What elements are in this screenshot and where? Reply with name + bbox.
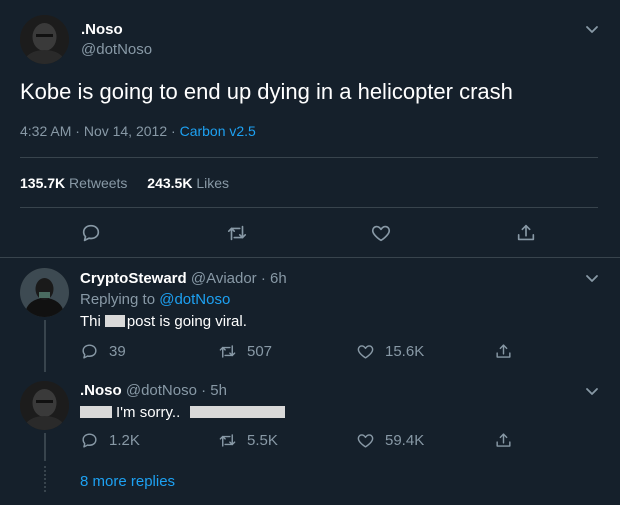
meta-separator: · [75,123,80,139]
header-separator: · [260,270,266,287]
reply-header: .Noso @dotNoso · 5h [80,382,227,399]
like-count: 59.4K [385,432,425,449]
reply-retweet-button[interactable]: 507 [218,342,272,361]
likes-stat[interactable]: 243.5K Likes [147,175,229,191]
reply-avatar[interactable] [20,381,69,430]
redaction-block [104,315,125,327]
reply-reply-button[interactable]: 1.2K [80,431,140,450]
divider [20,157,598,158]
author-display-name[interactable]: .Noso [81,21,123,38]
reply-text-body: I'm sorry.. [116,404,181,421]
tweet-date[interactable]: Nov 14, 2012 [84,123,167,139]
reply-text: I'm sorry.. [80,404,286,421]
reply-handle[interactable]: @Aviador [191,270,257,287]
reply-display-name[interactable]: CryptoSteward [80,270,187,287]
reply-age[interactable]: 6h [270,270,287,287]
like-button[interactable] [370,222,392,244]
divider [0,257,620,258]
like-icon [357,434,374,448]
reply-icon [82,344,97,359]
reply-text: Thi post is going viral. [80,313,247,330]
share-button[interactable] [515,222,537,244]
retweets-stat[interactable]: 135.7K Retweets [20,175,131,191]
retweet-button[interactable] [226,222,248,244]
reply-like-button[interactable]: 15.6K [356,342,424,361]
reply-like-button[interactable]: 59.4K [356,431,424,450]
reply-text-end: post is going viral. [126,313,247,330]
retweets-count: 135.7K [20,175,66,191]
reply-share-button[interactable] [494,431,513,450]
tweet-time[interactable]: 4:32 AM [20,123,71,139]
thread-dots [44,466,46,492]
tweet-source[interactable]: Carbon v2.5 [180,123,256,139]
reply-icon [82,433,97,448]
tweet-options-chevron-down-icon[interactable] [584,21,600,37]
redaction-block [80,406,112,418]
replying-to: Replying to @dotNoso [80,291,230,308]
reply-button[interactable] [80,222,102,244]
reply-options-chevron-down-icon[interactable] [584,270,600,286]
retweet-icon [219,434,236,447]
reply-options-chevron-down-icon[interactable] [584,383,600,399]
author-handle[interactable]: @dotNoso [81,41,152,58]
likes-count: 243.5K [147,175,193,191]
header-separator: · [201,382,207,399]
reply-header: CryptoSteward @Aviador · 6h [80,270,287,287]
tweet-meta: 4:32 AM · Nov 14, 2012 · Carbon v2.5 [20,123,256,139]
like-icon [357,345,374,359]
retweet-count: 5.5K [247,432,278,449]
reply-handle[interactable]: @dotNoso [126,382,197,399]
share-icon [517,224,535,241]
replying-to-handle[interactable]: @dotNoso [159,291,230,308]
reply-count: 1.2K [109,432,140,449]
like-icon [371,225,391,242]
reply-age[interactable]: 5h [210,382,227,399]
reply-reply-button[interactable]: 39 [80,342,126,361]
share-icon [496,433,511,447]
tweet-text: Kobe is going to end up dying in a helic… [20,79,513,104]
thread-line [44,433,46,461]
retweet-count: 507 [247,343,273,360]
retweet-icon [219,345,236,358]
reply-display-name[interactable]: .Noso [80,382,122,399]
reply-count: 39 [109,343,126,360]
tweet-stats: 135.7K Retweets 243.5K Likes [20,175,229,191]
reply-text-start: Thi [80,313,101,330]
retweet-icon [227,225,247,241]
retweets-label: Retweets [69,175,128,191]
redaction-block [190,406,286,418]
replying-to-prefix: Replying to [80,291,156,308]
reply-avatar[interactable] [20,268,69,317]
reply-retweet-button[interactable]: 5.5K [218,431,278,450]
meta-separator: · [171,123,176,139]
reply-icon [82,224,100,242]
share-icon [496,344,511,358]
likes-label: Likes [196,175,230,191]
thread-line [44,320,46,372]
more-replies-link[interactable]: 8 more replies [80,473,175,490]
reply-share-button[interactable] [494,342,513,361]
divider [20,207,598,208]
author-avatar[interactable] [20,15,69,64]
like-count: 15.6K [385,343,425,360]
